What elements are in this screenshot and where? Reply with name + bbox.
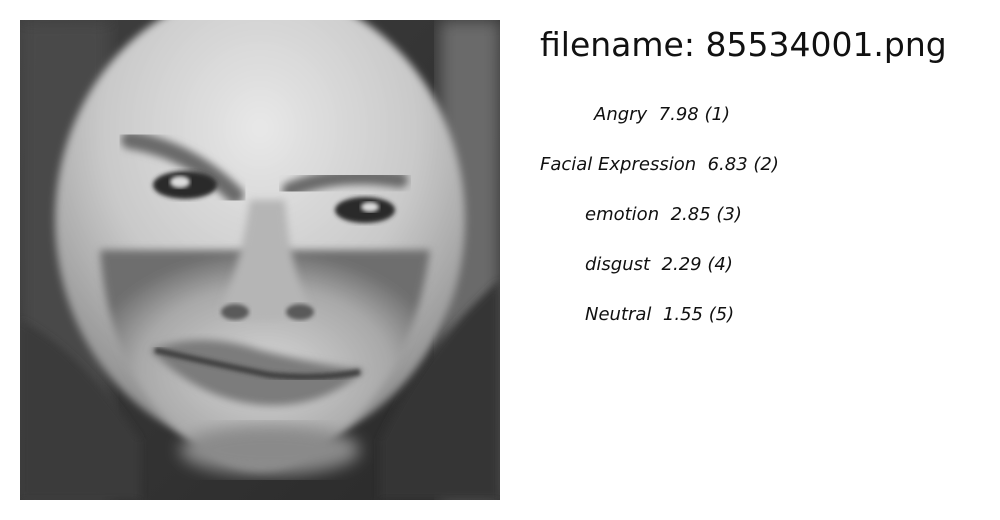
face-photo <box>20 20 500 500</box>
face-photo-drawing <box>20 20 500 500</box>
label-score: 7.98 <box>658 104 699 125</box>
filename-line: filename: 85534001.png <box>540 22 947 68</box>
label-rank: (4) <box>707 254 733 275</box>
filename-prefix: filename: <box>540 25 695 64</box>
label-name: Angry <box>594 104 648 125</box>
filename-value: 85534001.png <box>705 25 947 64</box>
label-row: Angry 7.98 (1) <box>540 100 980 150</box>
label-rank: (3) <box>716 204 742 225</box>
label-score: 2.85 <box>670 204 711 225</box>
label-rank: (1) <box>704 104 730 125</box>
label-row: Facial Expression 6.83 (2) <box>540 150 980 200</box>
label-row: Neutral 1.55 (5) <box>540 300 980 350</box>
label-rank: (2) <box>753 154 779 175</box>
label-name: emotion <box>585 204 660 225</box>
label-name: Facial Expression <box>540 154 697 175</box>
label-list: Angry 7.98 (1) Facial Expression 6.83 (2… <box>540 100 980 350</box>
label-row: disgust 2.29 (4) <box>540 250 980 300</box>
label-rank: (5) <box>708 304 735 325</box>
label-name: Neutral <box>585 304 652 325</box>
label-score: 2.29 <box>661 254 702 275</box>
label-row: emotion 2.85 (3) <box>540 200 980 250</box>
label-score: 6.83 <box>707 154 748 175</box>
label-score: 1.55 <box>662 304 703 325</box>
label-name: disgust <box>585 254 651 275</box>
